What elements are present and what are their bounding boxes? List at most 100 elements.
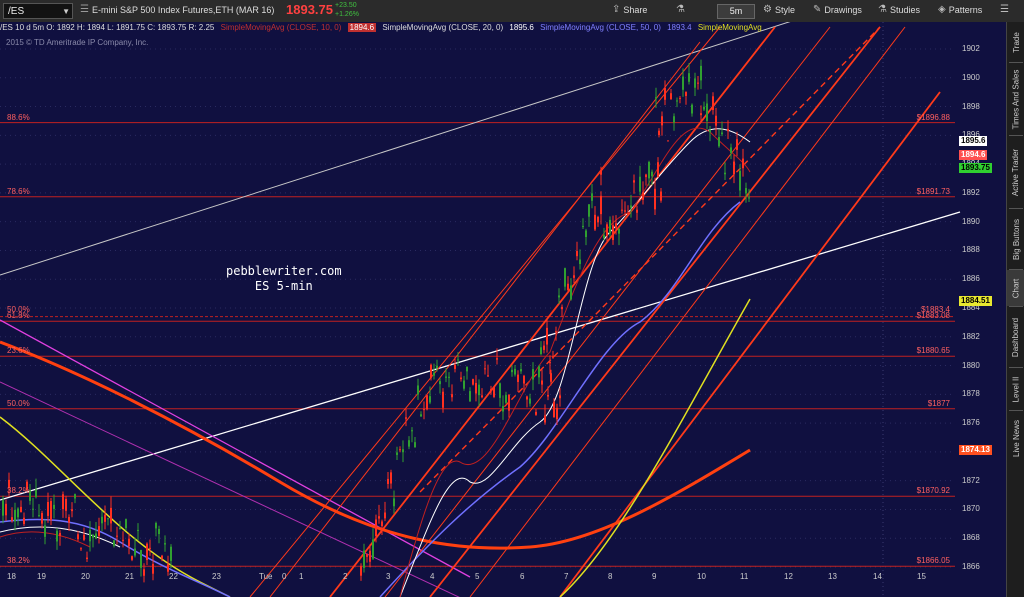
share-button[interactable]: ⇪ Share [612,4,647,15]
candle-body [502,406,504,412]
watermark-site: pebblewriter.com [226,264,342,278]
x-axis-tick: 22 [169,572,178,581]
candle-body [77,534,79,540]
candle-body [14,509,16,522]
candle-body [730,147,732,153]
sidebar-tab-trade[interactable]: Trade [1007,22,1024,62]
symbol-selector[interactable]: /ES ▼ [3,3,73,19]
x-axis-tick: 15 [917,572,926,581]
price-tag: 1893.75 [959,162,992,173]
candle-body [645,174,647,178]
x-axis-tick: 6 [520,572,525,581]
candle-body [451,394,453,398]
candle-body [17,508,19,518]
patterns-icon: ◈ [938,4,946,15]
fib-price-label: $1877 [927,398,950,408]
candle-body [74,494,76,499]
candle-body [454,364,456,369]
x-axis-tick: 20 [81,572,90,581]
candle-body [559,395,561,399]
fib-price-label: $1883.4 [921,304,950,314]
candle-body [544,415,546,423]
candle-body [47,502,49,516]
candle-body [660,191,662,201]
change-percent: +1.26% [335,11,359,18]
sidebar-tab-live-news[interactable]: Live News [1007,411,1024,465]
fib-price-label: $1866.05 [916,556,950,566]
studies-button[interactable]: ⚗ Studies [878,4,920,15]
candle-body [131,556,133,560]
sma-yellow-line [0,298,751,597]
candle-body [636,209,638,213]
candle-body [158,528,160,535]
candle-body [555,331,557,333]
candle-body [408,440,410,447]
symbol-description: E-mini S&P 500 Index Futures,ETH (MAR 16… [92,5,275,15]
candle-body [526,396,528,400]
sidebar-tab-big-buttons[interactable]: Big Buttons [1007,209,1024,269]
menu-icon[interactable]: ☰ [1000,4,1009,15]
sidebar-tab-active-trader[interactable]: Active Trader [1007,136,1024,208]
candle-body [463,380,465,389]
sidebar-tab-chart[interactable]: Chart [1007,270,1024,306]
patterns-button[interactable]: ◈ Patterns [938,4,982,15]
candle-body [35,489,37,498]
candle-body [32,508,34,510]
channel-line [559,91,941,597]
x-axis-tick: 11 [740,572,749,581]
sidebar-tab-level-ii[interactable]: Level II [1007,368,1024,410]
candle-body [724,172,726,175]
candle-body [706,103,708,121]
candle-body [472,379,474,385]
sma10-label: SimpleMovingAvg (CLOSE, 10, 0) [220,23,342,32]
y-axis-tick: 1886 [962,274,980,284]
candle-body [553,401,555,418]
style-button[interactable]: ⚙ Style [763,4,795,15]
timeframe-selector[interactable]: 5m [717,4,755,19]
candle-body [466,366,468,372]
chart-watermark: pebblewriter.com ES 5-min [226,264,342,294]
candle-body [570,285,572,300]
candle-body [125,519,127,529]
candle-body [661,116,663,126]
x-axis-tick: 13 [828,572,837,581]
candle-body [487,375,489,377]
candle-body [62,494,64,510]
candle-body [143,569,145,576]
candle-body [667,140,669,142]
sidebar-tab-dashboard[interactable]: Dashboard [1007,307,1024,367]
candle-body [630,205,632,208]
candle-body [436,365,438,369]
candle-body [657,162,659,178]
candle-body [417,385,419,395]
candle-body [122,539,124,541]
info-icon[interactable]: ☰ [80,4,89,15]
y-axis-tick: 1876 [962,418,980,428]
candle-body [414,442,416,448]
channel-line [429,26,881,597]
candle-body [618,228,620,234]
right-sidebar: Trade Times And Sales Active Trader Big … [1006,22,1024,597]
candle-body [399,449,401,451]
candle-body [393,498,395,507]
candle-body [573,275,575,278]
x-axis-tick: 23 [212,572,221,581]
price-chart[interactable] [0,22,1006,597]
fib-percent-label: 50.0% [7,304,30,314]
channel-midline [419,26,881,493]
candle-body [101,516,103,524]
flask-button[interactable]: ⚗ [676,4,685,15]
drawings-button[interactable]: ✎ Drawings [813,4,862,15]
y-axis-tick: 1882 [962,331,980,341]
candle-body [541,380,543,385]
candle-body [642,192,644,200]
y-axis-tick: 1878 [962,389,980,399]
sidebar-tab-times-and-sales[interactable]: Times And Sales [1007,63,1024,135]
candle-body [5,503,7,516]
candle-body [155,522,157,529]
candle-body [736,139,738,150]
chevron-down-icon[interactable]: ▼ [62,4,70,20]
watermark-subtitle: ES 5-min [254,279,313,293]
candle-body [484,368,486,370]
sma20-value: 1895.6 [509,23,534,32]
